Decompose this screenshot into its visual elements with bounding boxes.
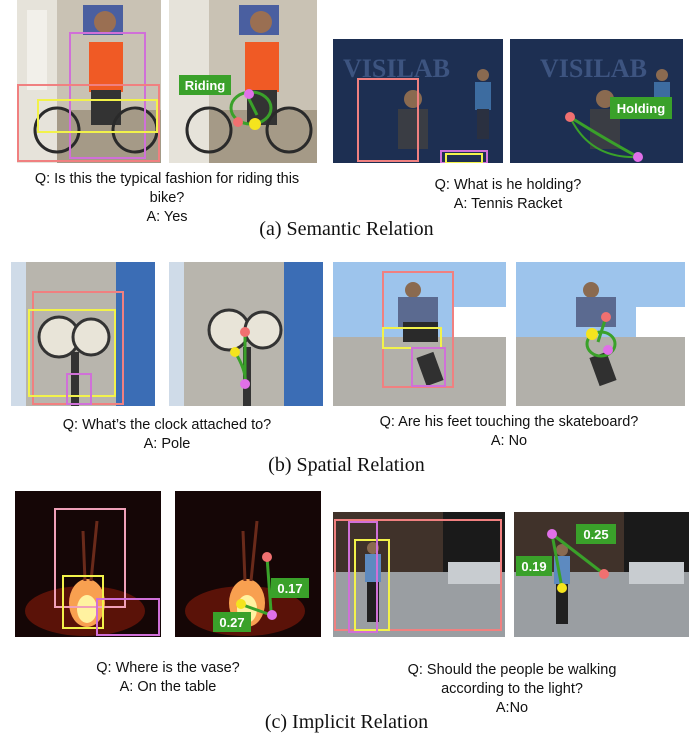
tennis-image-boxes: VISILAB xyxy=(333,39,503,163)
street-question: Q: Should the people be walking accordin… xyxy=(396,661,628,718)
clock-question: Q: What’s the clock attached to? A: Pole xyxy=(11,416,323,454)
tennis-answer: A: Tennis Racket xyxy=(453,196,563,212)
skate-answer: A: No xyxy=(490,433,528,449)
person-node xyxy=(244,89,254,99)
bike-image-relation: Riding xyxy=(169,0,317,163)
bike-image-boxes xyxy=(17,0,161,163)
vase-image-boxes xyxy=(15,491,161,637)
seat-node xyxy=(233,117,243,127)
tennis-question: Q: What is he holding? A: Tennis Racket xyxy=(333,176,683,214)
svg-text:0.17: 0.17 xyxy=(277,581,302,596)
street-image-boxes xyxy=(333,512,505,637)
svg-text:0.19: 0.19 xyxy=(521,559,546,574)
street-image-relation: 0.19 0.25 xyxy=(514,512,689,637)
vase-question: Q: Where is the vase? A: On the table xyxy=(15,659,321,697)
bike-node xyxy=(249,118,261,130)
vase-answer: A: On the table xyxy=(119,679,217,695)
skate-image-boxes xyxy=(333,262,506,406)
caption-implicit: (c) Implicit Relation xyxy=(264,711,429,733)
svg-text:0.25: 0.25 xyxy=(583,527,608,542)
caption-semantic: (a) Semantic Relation xyxy=(259,218,434,240)
svg-text:VISILAB: VISILAB xyxy=(540,54,647,83)
vase-image-relation: 0.17 0.27 xyxy=(175,491,321,637)
riding-label-text: Riding xyxy=(185,78,225,93)
svg-text:Holding: Holding xyxy=(617,101,665,116)
clock-image-relation xyxy=(169,262,323,406)
caption-spatial: (b) Spatial Relation xyxy=(268,454,425,476)
clock-image-boxes xyxy=(11,262,155,406)
svg-text:0.27: 0.27 xyxy=(219,615,244,630)
skate-question: Q: Are his feet touching the skateboard?… xyxy=(333,413,685,451)
skate-image-relation xyxy=(516,262,685,406)
tennis-image-relation: VISILAB Holding xyxy=(510,39,683,163)
clock-answer: A: Pole xyxy=(143,436,191,452)
